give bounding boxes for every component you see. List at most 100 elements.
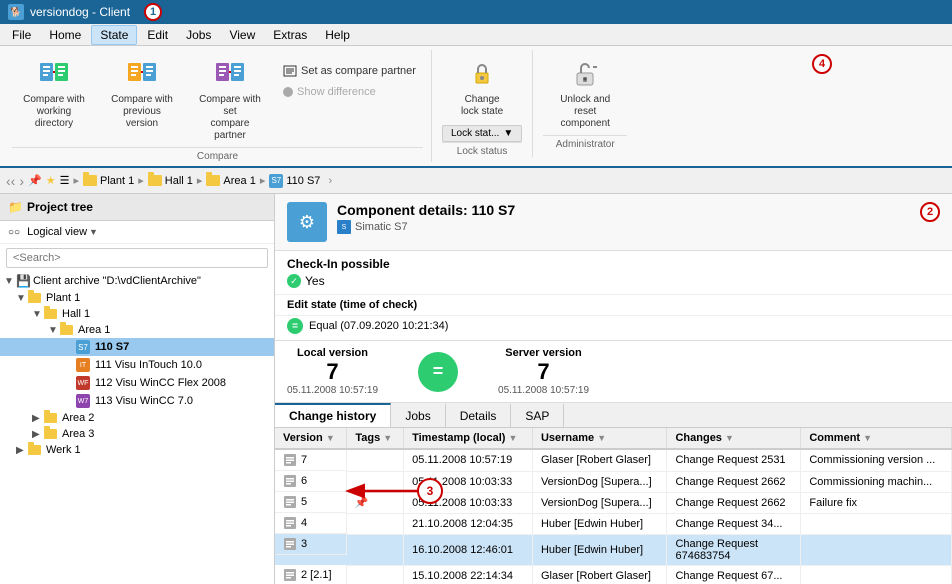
project-tree-icon: 📁 [8, 200, 23, 214]
breadcrumb-sep1: ▸ [73, 174, 79, 187]
administrator-group-label: Administrator [543, 135, 627, 150]
tree-item-plant1[interactable]: ▼ Plant 1 [0, 290, 274, 306]
compare-set-icon [214, 59, 246, 91]
cell-username: VersionDog [Supera...] [532, 492, 667, 513]
tab-change-history[interactable]: Change history [275, 403, 391, 427]
cell-timestamp: 16.10.2008 12:46:01 [404, 534, 533, 565]
menu-home[interactable]: Home [41, 26, 89, 44]
menu-extras[interactable]: Extras [265, 26, 315, 44]
set-compare-partner-icon [283, 64, 297, 78]
area2-expand: ▶ [32, 413, 42, 424]
breadcrumb-plant1[interactable]: Plant 1 [83, 175, 134, 187]
tree-item-werk1[interactable]: ▶ Werk 1 [0, 442, 274, 458]
col-timestamp[interactable]: Timestamp (local) ▼ [404, 428, 533, 449]
cell-comment [801, 534, 952, 565]
breadcrumb-sep4: ▸ [260, 174, 266, 187]
menu-file[interactable]: File [4, 26, 39, 44]
version-equal-badge: = [418, 352, 458, 392]
111visu-icon: IT [76, 358, 90, 372]
cell-changes: Change Request 674683754 [667, 534, 801, 565]
breadcrumb-hall1[interactable]: Hall 1 [148, 175, 193, 187]
breadcrumb-area1[interactable]: Area 1 [206, 175, 255, 187]
sidebar: 📁 Project tree ○○ Logical view ▼ ▼ 💾 Cli… [0, 194, 275, 584]
compare-set-partner-button[interactable]: Compare with setcompare partner [188, 54, 272, 147]
menu-edit[interactable]: Edit [139, 26, 176, 44]
tab-sap[interactable]: SAP [511, 403, 564, 427]
search-input[interactable] [6, 248, 268, 268]
breadcrumb-star[interactable]: ★ [46, 174, 56, 187]
server-version-section: Server version 7 05.11.2008 10:57:19 [498, 347, 589, 396]
app-icon: 🐕 [8, 4, 24, 20]
plant1-label: Plant 1 [46, 292, 80, 304]
logical-view-dropdown-arrow: ▼ [89, 227, 98, 237]
compare-previous-version-button[interactable]: Compare withprevious version [100, 54, 184, 135]
logical-view-label: Logical view [27, 226, 87, 238]
table-row[interactable]: 2 [2.1] 15.10.2008 22:14:34 Glaser [Robe… [275, 565, 952, 584]
menu-jobs[interactable]: Jobs [178, 26, 219, 44]
checkin-value: Yes [305, 274, 325, 288]
col-comment[interactable]: Comment ▼ [801, 428, 952, 449]
tree-area: ▼ 💾 Client archive "D:\vdClientArchive" … [0, 272, 274, 584]
checkin-value-row: ✓ Yes [287, 274, 940, 288]
table-row[interactable]: 7 05.11.2008 10:57:19 Glaser [Robert Gla… [275, 449, 952, 471]
archive-label: Client archive "D:\vdClientArchive" [33, 275, 201, 287]
tab-jobs[interactable]: Jobs [391, 403, 445, 427]
component-title: Component details: 110 S7 [337, 202, 515, 218]
show-diff-icon [283, 87, 293, 97]
breadcrumb-pin[interactable]: 📌 [28, 174, 42, 187]
tab-details[interactable]: Details [446, 403, 512, 427]
breadcrumb-list[interactable]: ☰ [60, 174, 70, 187]
edit-state-label: Edit state (time of check) [287, 299, 417, 311]
col-changes[interactable]: Changes ▼ [667, 428, 801, 449]
change-lock-state-button[interactable]: Changelock state [450, 54, 515, 123]
local-version-label: Local version [287, 347, 378, 359]
area1-folder-icon [60, 325, 73, 335]
tree-item-area1[interactable]: ▼ Area 1 [0, 322, 274, 338]
breadcrumb-110s7[interactable]: S7 110 S7 [269, 174, 320, 188]
cell-version: 2 [2.1] [275, 565, 347, 584]
compare-working-directory-button[interactable]: Compare withworking directory [12, 54, 96, 135]
table-row[interactable]: 6 05.11.2008 10:03:33 VersionDog [Supera… [275, 471, 952, 492]
menu-help[interactable]: Help [317, 26, 358, 44]
col-username[interactable]: Username ▼ [532, 428, 667, 449]
cell-timestamp: 05.11.2008 10:03:33 [404, 471, 533, 492]
right-panel: ⚙ Component details: 110 S7 S Simatic S7… [275, 194, 952, 584]
menu-state[interactable]: State [91, 25, 137, 45]
set-compare-partner-button[interactable]: Set as compare partner [276, 60, 423, 82]
tree-item-112wincc[interactable]: WF 112 Visu WinCC Flex 2008 [0, 374, 274, 392]
breadcrumb-sep3: ▸ [197, 174, 203, 187]
werk1-folder-icon [28, 445, 41, 455]
unlock-reset-button[interactable]: Unlock and resetcomponent [543, 54, 627, 135]
col-version[interactable]: Version ▼ [275, 428, 347, 449]
tree-item-113wincc[interactable]: W7 113 Visu WinCC 7.0 [0, 392, 274, 410]
112wincc-icon: WF [76, 376, 90, 390]
unlock-reset-label: Unlock and resetcomponent [550, 94, 620, 130]
cell-username: Glaser [Robert Glaser] [532, 449, 667, 471]
menu-view[interactable]: View [221, 26, 263, 44]
table-row[interactable]: 4 21.10.2008 12:04:35 Huber [Edwin Huber… [275, 513, 952, 534]
table-row[interactable]: 3 16.10.2008 12:46:01 Huber [Edwin Huber… [275, 534, 952, 565]
tree-item-111visu[interactable]: IT 111 Visu InTouch 10.0 [0, 356, 274, 374]
tabs-bar: Change history Jobs Details SAP [275, 403, 952, 428]
tree-item-area3[interactable]: ▶ Area 3 [0, 426, 274, 442]
cell-tags [347, 534, 404, 565]
show-difference-button[interactable]: Show difference [276, 82, 423, 102]
tree-item-area2[interactable]: ▶ Area 2 [0, 410, 274, 426]
breadcrumb-more: › [328, 175, 332, 187]
tree-item-hall1[interactable]: ▼ Hall 1 [0, 306, 274, 322]
tree-item-110s7[interactable]: S7 110 S7 [0, 338, 274, 356]
show-difference-label: Show difference [297, 86, 376, 98]
110s7-component-icon: S7 [269, 174, 283, 188]
breadcrumb-forward[interactable]: › [19, 173, 24, 189]
cell-tags [347, 513, 404, 534]
tree-item-archive[interactable]: ▼ 💾 Client archive "D:\vdClientArchive" [0, 272, 274, 290]
col-tags[interactable]: Tags ▼ [347, 428, 404, 449]
table-row[interactable]: 5 📌 05.11.2008 10:03:33 VersionDog [Supe… [275, 492, 952, 513]
logical-view-button[interactable]: Logical view ▼ [24, 225, 101, 239]
lock-state-dropdown[interactable]: Lock stat... ▼ [442, 125, 522, 142]
113wincc-icon: W7 [76, 394, 90, 408]
breadcrumb-back[interactable]: ‹‹ [6, 173, 15, 189]
local-version-date: 05.11.2008 10:57:19 [287, 385, 378, 396]
cell-tags [347, 471, 404, 492]
area2-label: Area 2 [62, 412, 94, 424]
